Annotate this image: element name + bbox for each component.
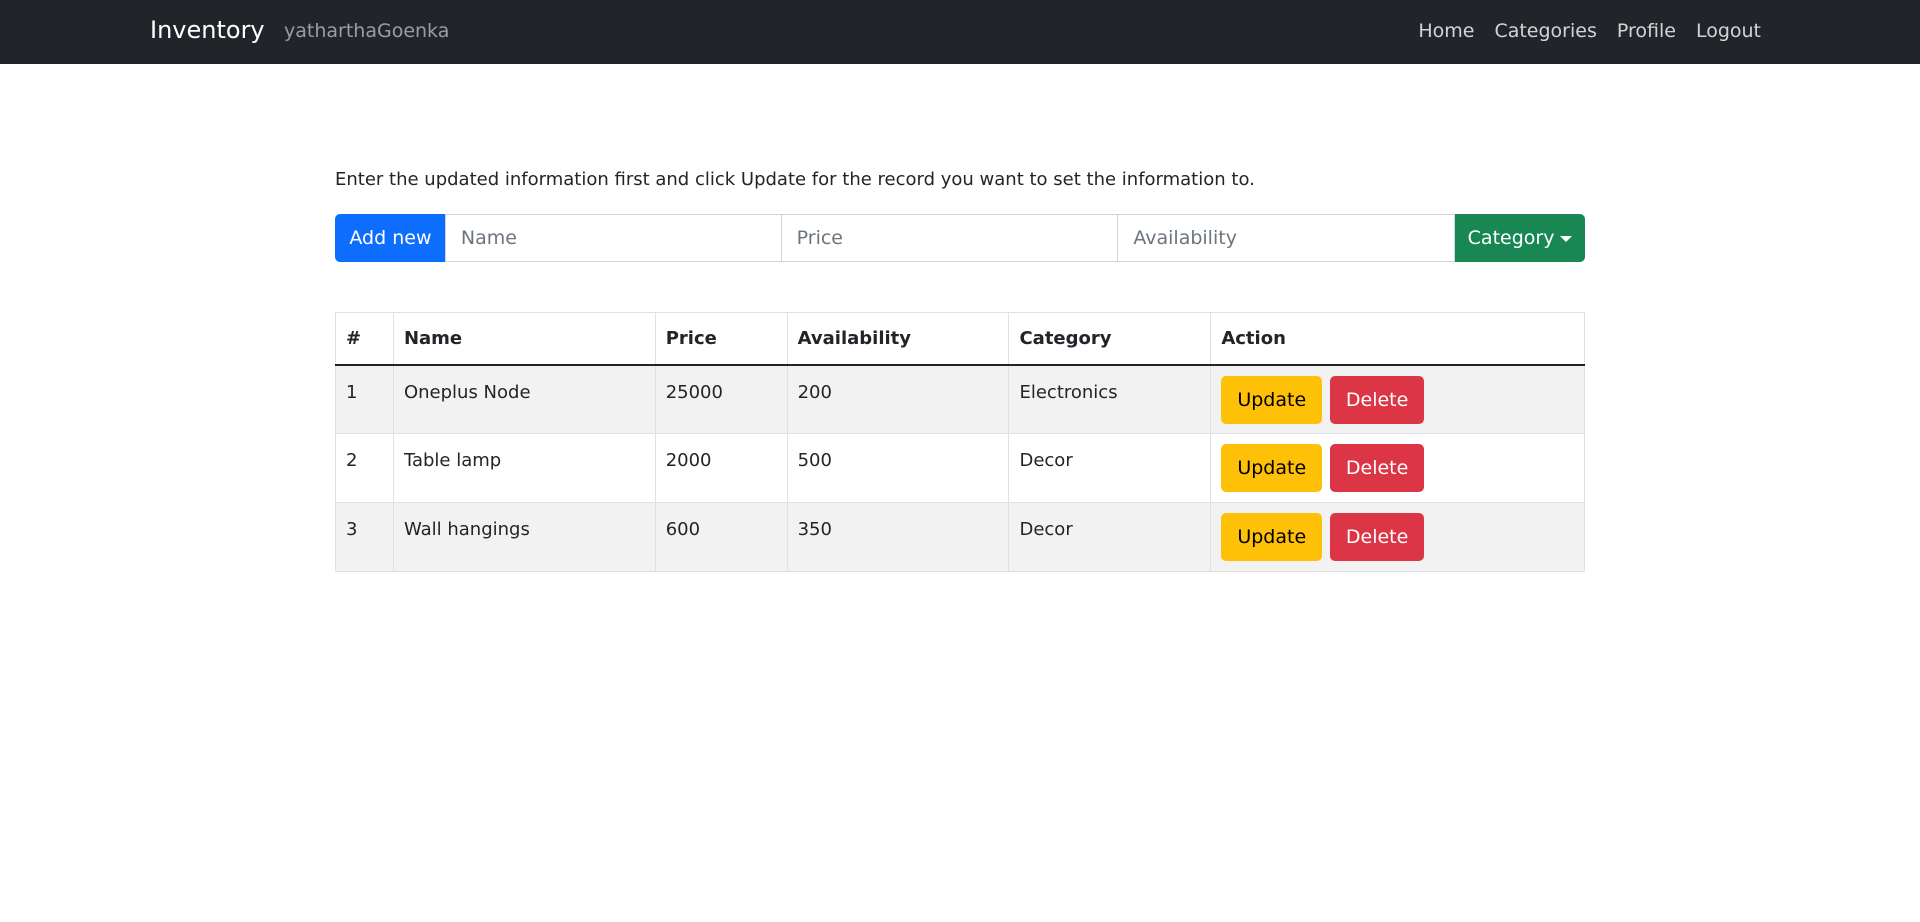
inventory-table: # Name Price Availability Category Actio… xyxy=(335,312,1585,572)
header-name: Name xyxy=(392,312,656,366)
header-action: Action xyxy=(1210,312,1585,366)
cell-name: Oneplus Node xyxy=(392,364,656,434)
header-index: # xyxy=(335,312,394,366)
availability-input[interactable] xyxy=(1118,214,1456,262)
add-new-button[interactable]: Add new xyxy=(335,214,446,262)
table-row: 2 Table lamp 2000 500 Decor Update Delet… xyxy=(335,433,1585,503)
name-input[interactable] xyxy=(444,214,782,262)
nav-links: Home Categories Profile Logout xyxy=(1418,18,1761,44)
cell-actions: Update Delete xyxy=(1210,502,1585,572)
cell-name: Table lamp xyxy=(392,433,656,503)
nav-link-profile[interactable]: Profile xyxy=(1617,18,1676,44)
cell-index: 3 xyxy=(335,502,394,572)
header-price: Price xyxy=(654,312,788,366)
header-category: Category xyxy=(1008,312,1212,366)
cell-actions: Update Delete xyxy=(1210,433,1585,503)
cell-availability: 350 xyxy=(786,502,1010,572)
update-button[interactable]: Update xyxy=(1221,513,1323,561)
cell-index: 1 xyxy=(335,364,394,434)
cell-category: Decor xyxy=(1008,433,1212,503)
price-input[interactable] xyxy=(781,214,1119,262)
delete-button[interactable]: Delete xyxy=(1329,513,1425,561)
caret-down-icon xyxy=(1560,236,1573,242)
username-label: yatharthaGoenka xyxy=(284,20,450,42)
table-header-row: # Name Price Availability Category Actio… xyxy=(335,312,1585,366)
nav-link-home[interactable]: Home xyxy=(1418,18,1474,44)
update-button[interactable]: Update xyxy=(1221,444,1323,492)
category-dropdown-label: Category xyxy=(1467,227,1555,249)
table-row: 3 Wall hangings 600 350 Decor Update Del… xyxy=(335,502,1585,572)
category-dropdown-button[interactable]: Category xyxy=(1455,214,1585,262)
cell-price: 600 xyxy=(654,502,788,572)
table-row: 1 Oneplus Node 25000 200 Electronics Upd… xyxy=(335,364,1585,434)
instruction-text: Enter the updated information first and … xyxy=(335,169,1255,190)
cell-name: Wall hangings xyxy=(392,502,656,572)
add-item-form: Add new Category xyxy=(335,214,1585,262)
cell-availability: 200 xyxy=(786,364,1010,434)
brand-logo[interactable]: Inventory xyxy=(150,14,265,46)
nav-link-categories[interactable]: Categories xyxy=(1494,18,1596,44)
cell-price: 25000 xyxy=(654,364,788,434)
delete-button[interactable]: Delete xyxy=(1329,444,1425,492)
cell-actions: Update Delete xyxy=(1210,364,1585,434)
delete-button[interactable]: Delete xyxy=(1329,375,1425,424)
cell-price: 2000 xyxy=(654,433,788,503)
cell-category: Electronics xyxy=(1008,364,1212,434)
cell-availability: 500 xyxy=(786,433,1010,503)
nav-link-logout[interactable]: Logout xyxy=(1696,18,1761,44)
header-availability: Availability xyxy=(786,312,1010,366)
update-button[interactable]: Update xyxy=(1221,375,1323,424)
cell-index: 2 xyxy=(335,433,394,503)
navbar: Inventory yatharthaGoenka Home Categorie… xyxy=(0,0,1920,64)
cell-category: Decor xyxy=(1008,502,1212,572)
